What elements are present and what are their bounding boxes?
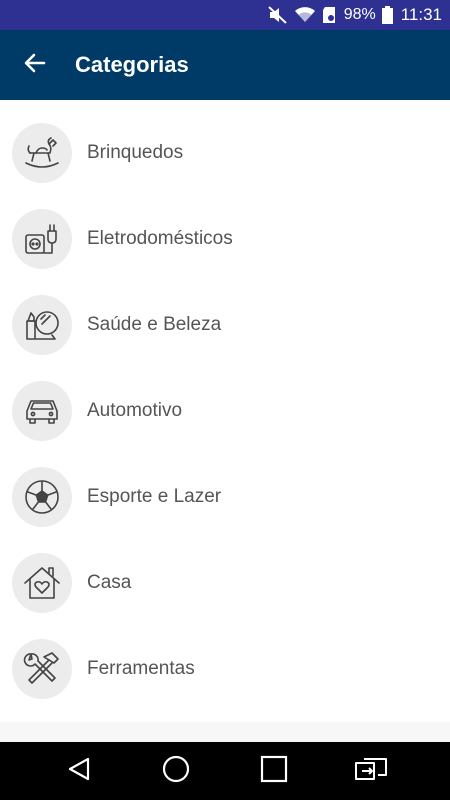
category-item-eletrodomesticos[interactable]: Eletrodomésticos [0, 196, 450, 282]
category-label: Eletrodomésticos [87, 228, 233, 249]
category-label: Ferramentas [87, 658, 195, 679]
category-label: Brinquedos [87, 142, 184, 163]
category-item-brinquedos[interactable]: Brinquedos [0, 110, 450, 196]
arrow-left-icon [23, 51, 47, 80]
nav-switch-button[interactable] [341, 746, 401, 796]
nav-recents-button[interactable] [244, 746, 304, 796]
car-icon [12, 381, 72, 441]
battery-icon [381, 6, 393, 24]
category-label: Saúde e Beleza [87, 314, 222, 335]
category-list: Brinquedos Eletrodomésticos Saúde e Bele… [0, 110, 450, 712]
category-item-esporte-lazer[interactable]: Esporte e Lazer [0, 454, 450, 540]
page-title: Categorias [75, 52, 189, 77]
category-item-automotivo[interactable]: Automotivo [0, 368, 450, 454]
mute-icon [268, 6, 288, 24]
nav-back-button[interactable] [49, 746, 109, 796]
recents-square-icon [260, 755, 288, 788]
status-bar: 98% 11:31 [0, 0, 450, 30]
category-item-casa[interactable]: Casa [0, 540, 450, 626]
sd-card-icon [322, 6, 336, 24]
plug-outlet-icon [12, 209, 72, 269]
category-label: Esporte e Lazer [87, 486, 222, 507]
lipstick-mirror-icon [12, 295, 72, 355]
app-bar: Categorias [0, 30, 450, 100]
nav-home-button[interactable] [146, 746, 206, 796]
back-triangle-icon [66, 756, 92, 787]
switch-icon [354, 755, 388, 788]
list-footer [0, 722, 450, 742]
category-item-saude-beleza[interactable]: Saúde e Beleza [0, 282, 450, 368]
wifi-icon [294, 6, 316, 24]
battery-percent: 98% [343, 6, 376, 23]
house-heart-icon [12, 553, 72, 613]
back-button[interactable] [0, 30, 70, 100]
system-nav-bar [0, 742, 450, 800]
soccer-ball-icon [12, 467, 72, 527]
category-label: Automotivo [87, 400, 183, 421]
clock: 11:31 [400, 5, 442, 24]
category-label: Casa [87, 572, 132, 593]
category-item-ferramentas[interactable]: Ferramentas [0, 626, 450, 712]
rocking-horse-icon [12, 123, 72, 183]
wrench-hammer-icon [12, 639, 72, 699]
home-circle-icon [162, 755, 190, 788]
